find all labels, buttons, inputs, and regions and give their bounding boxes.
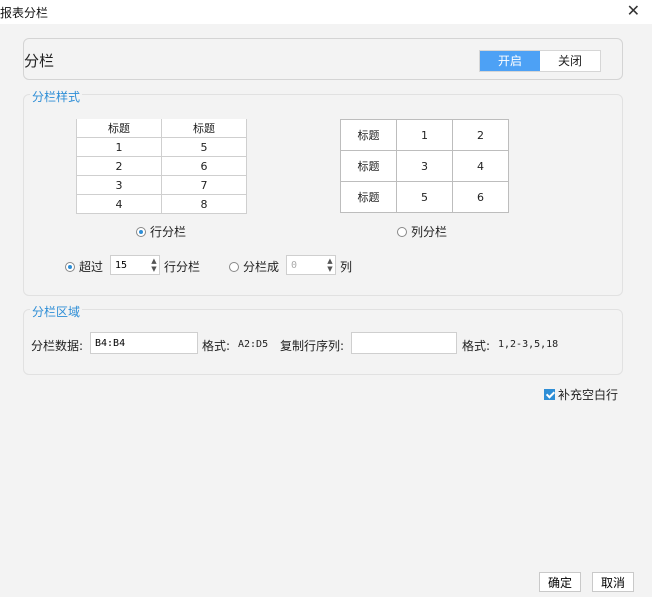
table-cell: 标题	[340, 150, 397, 182]
table-cell: 5	[161, 137, 247, 157]
table-cell: 标题	[340, 119, 397, 151]
radio-unchecked-icon	[229, 261, 239, 272]
table-cell: 4	[76, 194, 162, 214]
radio-checked-icon	[65, 261, 75, 272]
cancel-button[interactable]: 取消	[592, 572, 634, 592]
table-row: 标题 标题	[76, 119, 247, 138]
exceed-label: 超过	[79, 260, 104, 274]
row-layout-preview: 标题 标题 1 5 2 6 3 7 4 8	[76, 119, 247, 214]
split-data-label: 分栏数据:	[31, 339, 84, 353]
ok-button[interactable]: 确定	[539, 572, 581, 592]
table-cell: 3	[396, 150, 453, 182]
format-label-2: 格式:	[462, 339, 491, 353]
table-cell: 1	[396, 119, 453, 151]
column-layout-preview: 标题 1 2 标题 3 4 标题 5 6	[340, 119, 509, 213]
exceed-rows-stepper[interactable]: ▲▼	[110, 255, 160, 275]
split-data-input[interactable]	[90, 332, 198, 354]
table-cell: 标题	[340, 181, 397, 213]
close-icon[interactable]: ✕	[627, 2, 640, 20]
split-label: 分栏成	[243, 260, 280, 274]
region-group-title: 分栏区域	[30, 303, 83, 320]
column-split-label: 列分栏	[411, 225, 448, 239]
table-cell: 6	[452, 181, 509, 213]
split-columns-input[interactable]	[287, 257, 325, 273]
table-cell: 7	[161, 175, 247, 195]
format-label-1: 格式:	[202, 339, 231, 353]
spin-arrows-icon[interactable]: ▲ ▼	[149, 256, 159, 274]
style-group-title: 分栏样式	[30, 88, 83, 105]
exceed-suffix-label: 行分栏	[164, 260, 201, 274]
radio-checked-icon	[136, 226, 146, 237]
table-row: 标题 1 2	[340, 119, 509, 151]
table-row: 1 5	[76, 137, 247, 157]
row-split-label: 行分栏	[150, 225, 187, 239]
split-columns-radio[interactable]: 分栏成	[229, 258, 279, 275]
table-cell: 8	[161, 194, 247, 214]
table-row: 标题 5 6	[340, 181, 509, 213]
table-cell: 1	[76, 137, 162, 157]
table-cell: 2	[452, 119, 509, 151]
spin-arrows-icon[interactable]: ▲ ▼	[325, 256, 335, 274]
table-row: 3 7	[76, 175, 247, 195]
table-cell: 标题	[161, 119, 247, 138]
off-button[interactable]: 关闭	[540, 51, 600, 71]
exceed-rows-radio[interactable]: 超过	[65, 258, 103, 275]
radio-unchecked-icon	[397, 226, 407, 237]
exceed-rows-input[interactable]	[111, 257, 149, 273]
table-cell: 4	[452, 150, 509, 182]
toggle-label: 分栏	[24, 52, 55, 70]
checkbox-checked-icon	[544, 389, 555, 400]
table-cell: 6	[161, 156, 247, 176]
style-group: 分栏样式 标题 标题 1 5 2 6 3 7 4 8 标题 1 2 标题 3 4…	[23, 88, 623, 296]
window-title: 报表分栏	[0, 6, 49, 20]
column-split-radio[interactable]: 列分栏	[397, 223, 447, 240]
table-cell: 5	[396, 181, 453, 213]
table-cell: 3	[76, 175, 162, 195]
split-suffix-label: 列	[340, 260, 353, 274]
format-example-2: 1,2-3,5,18	[498, 339, 559, 350]
copy-rows-input[interactable]	[351, 332, 457, 354]
on-button[interactable]: 开启	[480, 51, 540, 71]
region-group: 分栏区域 分栏数据: 格式: A2:D5 复制行序列: 格式: 1,2-3,5,…	[23, 303, 623, 375]
title-bar: 报表分栏 ✕	[0, 0, 652, 24]
table-row: 4 8	[76, 194, 247, 214]
fill-blank-rows-label: 补充空白行	[558, 388, 619, 402]
fill-blank-rows-checkbox[interactable]: 补充空白行	[544, 386, 618, 403]
row-split-radio[interactable]: 行分栏	[136, 223, 186, 240]
toggle-panel: 分栏 开启 关闭	[23, 38, 623, 80]
table-row: 2 6	[76, 156, 247, 176]
on-off-switch: 开启 关闭	[479, 50, 601, 72]
table-row: 标题 3 4	[340, 150, 509, 182]
table-cell: 2	[76, 156, 162, 176]
copy-rows-label: 复制行序列:	[280, 339, 345, 353]
format-example-1: A2:D5	[238, 339, 269, 350]
split-columns-stepper[interactable]: ▲▼	[286, 255, 336, 275]
table-cell: 标题	[76, 119, 162, 138]
